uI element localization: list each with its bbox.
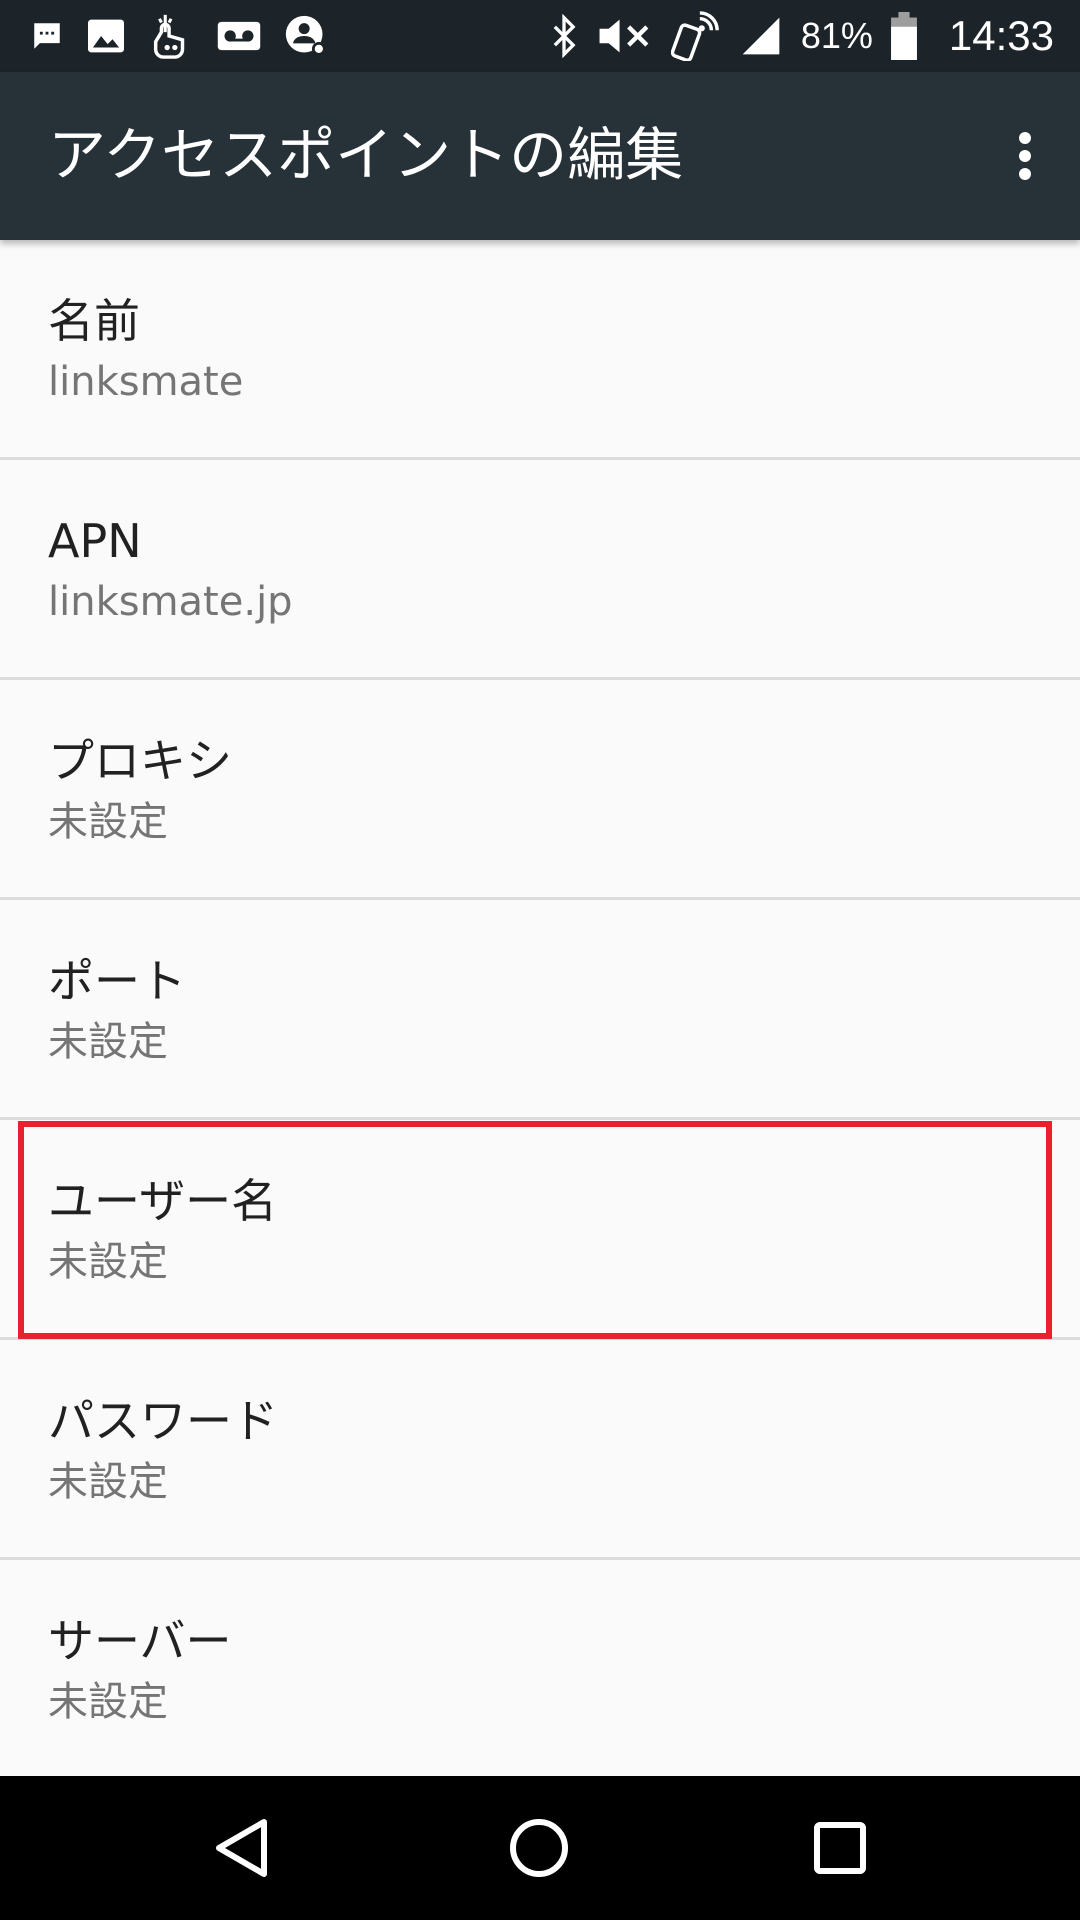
back-icon [216, 1819, 267, 1877]
pref-summary: 未設定 [48, 1459, 168, 1505]
pref-title: プロキシ [48, 734, 232, 788]
pref-title: 名前 [48, 294, 140, 348]
voicemail-icon [217, 21, 261, 51]
screen: 81% 14:33 アクセスポイントの編集 名前 linksmate APN l… [0, 0, 1080, 1920]
account-key-icon [285, 15, 326, 56]
pref-title: APN [48, 514, 142, 568]
overflow-menu-button[interactable] [990, 116, 1060, 196]
pref-title: パスワード [48, 1394, 278, 1448]
touch-app-icon [153, 14, 185, 59]
navigation-bar [0, 1776, 1080, 1920]
status-bar: 81% 14:33 [0, 0, 1080, 72]
pref-title: ユーザー名 [48, 1174, 278, 1228]
message-icon [34, 23, 60, 49]
app-bar: アクセスポイントの編集 [0, 72, 1080, 240]
notification-icons [30, 10, 328, 62]
battery-icon [890, 12, 917, 60]
recents-icon [814, 1822, 866, 1874]
recents-button[interactable] [795, 1812, 885, 1884]
pref-summary: 未設定 [48, 1679, 168, 1725]
signal-icon [742, 17, 780, 55]
pref-title: サーバー [48, 1614, 232, 1668]
back-button[interactable] [196, 1812, 286, 1884]
more-vert-icon [1019, 132, 1031, 180]
home-button[interactable] [494, 1812, 584, 1884]
pref-summary: 未設定 [48, 1239, 168, 1285]
pref-item-server[interactable]: サーバー 未設定 [0, 1560, 1080, 1780]
pref-summary: linksmate.jp [48, 579, 293, 625]
pref-summary: linksmate [48, 359, 244, 405]
pref-item-proxy[interactable]: プロキシ 未設定 [0, 680, 1080, 900]
pref-item-name[interactable]: 名前 linksmate [0, 240, 1080, 460]
apn-settings-list: 名前 linksmate APN linksmate.jp プロキシ 未設定 ポ… [0, 240, 1080, 1780]
system-status-icons: 81% 14:33 [549, 0, 1054, 72]
pref-summary: 未設定 [48, 1019, 168, 1065]
page-title: アクセスポイントの編集 [48, 121, 684, 189]
pref-item-apn[interactable]: APN linksmate.jp [0, 460, 1080, 680]
pref-item-password[interactable]: パスワード 未設定 [0, 1340, 1080, 1560]
pref-item-username[interactable]: ユーザー名 未設定 [0, 1120, 1080, 1340]
volume-mute-icon [599, 19, 649, 53]
battery-percentage: 81% [800, 15, 873, 56]
phone-ring-icon [670, 11, 719, 61]
image-icon [88, 19, 124, 53]
pref-item-port[interactable]: ポート 未設定 [0, 900, 1080, 1120]
pref-title: ポート [48, 954, 186, 1008]
pref-summary: 未設定 [48, 799, 168, 845]
bluetooth-icon [553, 14, 576, 58]
clock: 14:33 [948, 12, 1054, 59]
home-icon [510, 1819, 568, 1877]
